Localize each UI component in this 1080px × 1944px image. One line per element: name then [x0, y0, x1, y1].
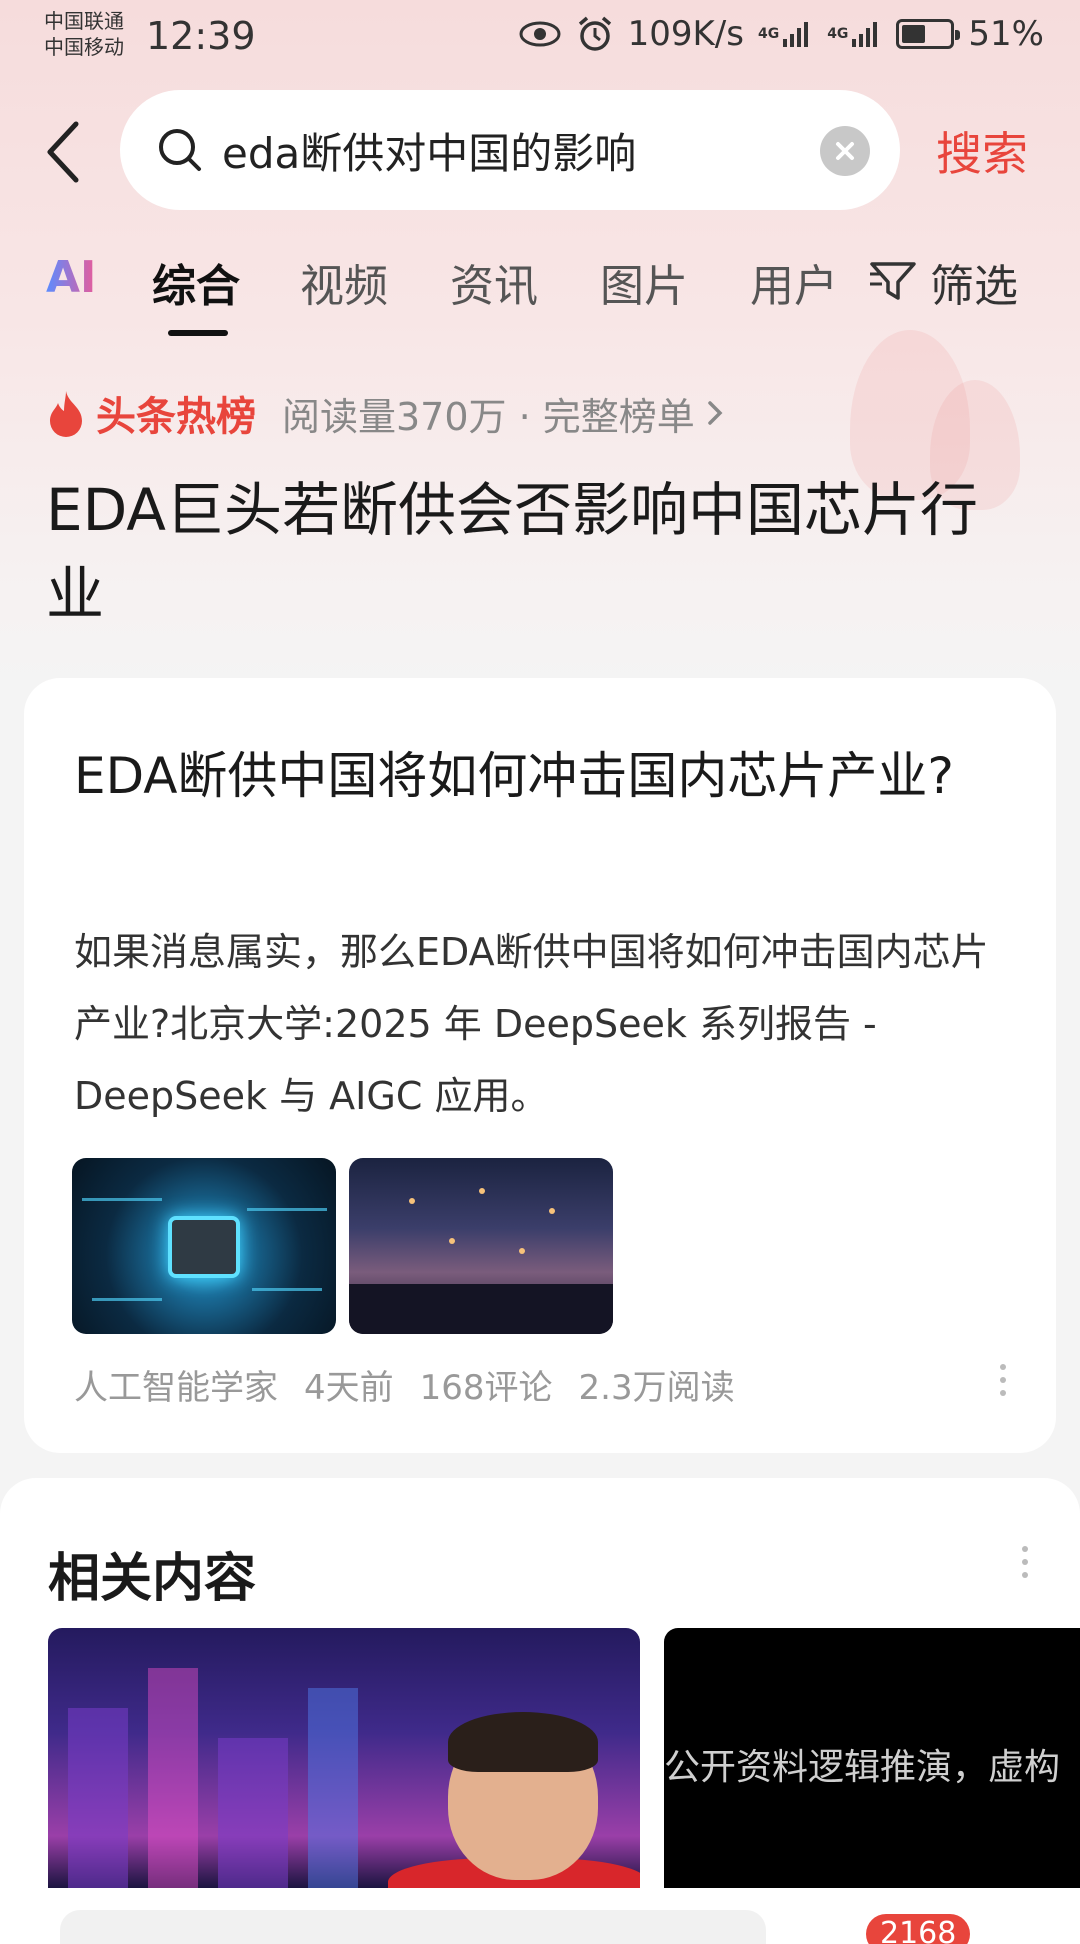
- card-description: 如果消息属实，那么EDA断供中国将如何冲击国内芯片产业?北京大学:2025 年 …: [74, 930, 989, 1118]
- back-button[interactable]: [44, 112, 104, 192]
- comment-input[interactable]: [60, 1910, 766, 1944]
- card-meta: 人工智能学家 4天前 168评论 2.3万阅读: [74, 1360, 735, 1409]
- tab-bar: AI 综合 视频 资讯 图片 用户 筛选: [0, 250, 1080, 340]
- city-skyline: [349, 1284, 613, 1334]
- carrier-1: 中国联通: [44, 9, 124, 33]
- hot-list-meta: 阅读量370万 · 完整榜单: [282, 394, 695, 439]
- battery-icon: [896, 19, 961, 49]
- tab-users[interactable]: 用户: [750, 250, 838, 314]
- search-box[interactable]: [120, 90, 900, 210]
- card-time: 4天前: [304, 1368, 394, 1408]
- search-icon: [159, 129, 201, 171]
- signal-icon: 4G: [827, 19, 882, 49]
- clear-button[interactable]: [820, 126, 870, 176]
- building-graphic: [68, 1708, 128, 1888]
- hot-list-label: 头条热榜: [96, 394, 256, 440]
- tab-ai[interactable]: AI: [46, 252, 96, 303]
- result-card[interactable]: EDA断供中国将如何冲击国内芯片产业? 如果消息属实，那么EDA断供中国将如何冲…: [24, 678, 1056, 1453]
- battery-fill: [902, 25, 926, 43]
- search-button[interactable]: 搜索: [936, 118, 1028, 184]
- hot-list-title[interactable]: EDA巨头若断供会否影响中国芯片行业: [46, 468, 1026, 636]
- filter-button[interactable]: 筛选: [868, 250, 1018, 314]
- chevron-right-icon: [708, 401, 723, 425]
- carrier-info: 中国联通 中国移动: [44, 8, 124, 60]
- more-options-icon[interactable]: [1000, 1364, 1006, 1396]
- battery-percent: 51%: [968, 14, 1044, 54]
- related-video-2[interactable]: 公开资料逻辑推演，虚构: [664, 1628, 1080, 1888]
- alarm-icon: [576, 16, 614, 52]
- city-light: [409, 1198, 415, 1204]
- person-hair: [448, 1712, 598, 1772]
- related-video-1[interactable]: [48, 1628, 640, 1888]
- carrier-2: 中国移动: [44, 35, 124, 59]
- tab-images[interactable]: 图片: [600, 250, 688, 314]
- search-input[interactable]: [222, 125, 900, 175]
- building-graphic: [218, 1738, 288, 1888]
- circuit-line: [247, 1208, 327, 1211]
- more-options-icon[interactable]: [1022, 1546, 1028, 1578]
- video-caption: 公开资料逻辑推演，虚构: [664, 1747, 1061, 1788]
- active-tab-indicator: [168, 330, 228, 336]
- status-bar: 中国联通 中国移动 12:39 109K/s 4G 4G 51%: [0, 0, 1080, 78]
- thumbnail-chip-image[interactable]: [72, 1158, 336, 1334]
- city-light: [549, 1208, 555, 1214]
- net-speed: 109K/s: [627, 14, 744, 54]
- card-comments: 168评论: [419, 1368, 553, 1408]
- building-graphic: [148, 1668, 198, 1888]
- filter-label: 筛选: [930, 261, 1018, 312]
- city-light: [449, 1238, 455, 1244]
- tab-news[interactable]: 资讯: [450, 250, 538, 314]
- related-section: 相关内容 公开资料逻辑推演，虚构 2168: [0, 1478, 1080, 1944]
- clock: 12:39: [146, 14, 256, 58]
- tab-comprehensive[interactable]: 综合: [152, 250, 240, 314]
- thumbnail-city-image[interactable]: [349, 1158, 613, 1334]
- hot-list-header[interactable]: 头条热榜 阅读量370万 · 完整榜单: [46, 384, 725, 442]
- tab-video[interactable]: 视频: [300, 250, 388, 314]
- related-title: 相关内容: [48, 1549, 257, 1609]
- card-title[interactable]: EDA断供中国将如何冲击国内芯片产业?: [74, 738, 974, 814]
- flame-icon: [50, 391, 82, 437]
- card-reads: 2.3万阅读: [578, 1368, 735, 1408]
- city-light: [519, 1248, 525, 1254]
- close-icon: [836, 142, 854, 160]
- chip-graphic: [168, 1216, 240, 1278]
- circuit-line: [252, 1288, 322, 1291]
- comment-count-badge: 2168: [866, 1914, 971, 1944]
- card-source[interactable]: 人工智能学家: [74, 1360, 278, 1409]
- back-arrow-icon: [47, 121, 79, 183]
- filter-icon: [870, 262, 916, 300]
- signal-label: 4G: [827, 26, 849, 42]
- building-graphic: [308, 1688, 358, 1888]
- circuit-line: [92, 1298, 162, 1301]
- signal-label: 4G: [757, 26, 780, 42]
- signal-icon: 4G: [758, 19, 813, 49]
- eye-icon: [518, 19, 562, 49]
- circuit-line: [82, 1198, 162, 1201]
- status-icons: 109K/s 4G 4G 51%: [518, 14, 1044, 54]
- city-light: [479, 1188, 485, 1194]
